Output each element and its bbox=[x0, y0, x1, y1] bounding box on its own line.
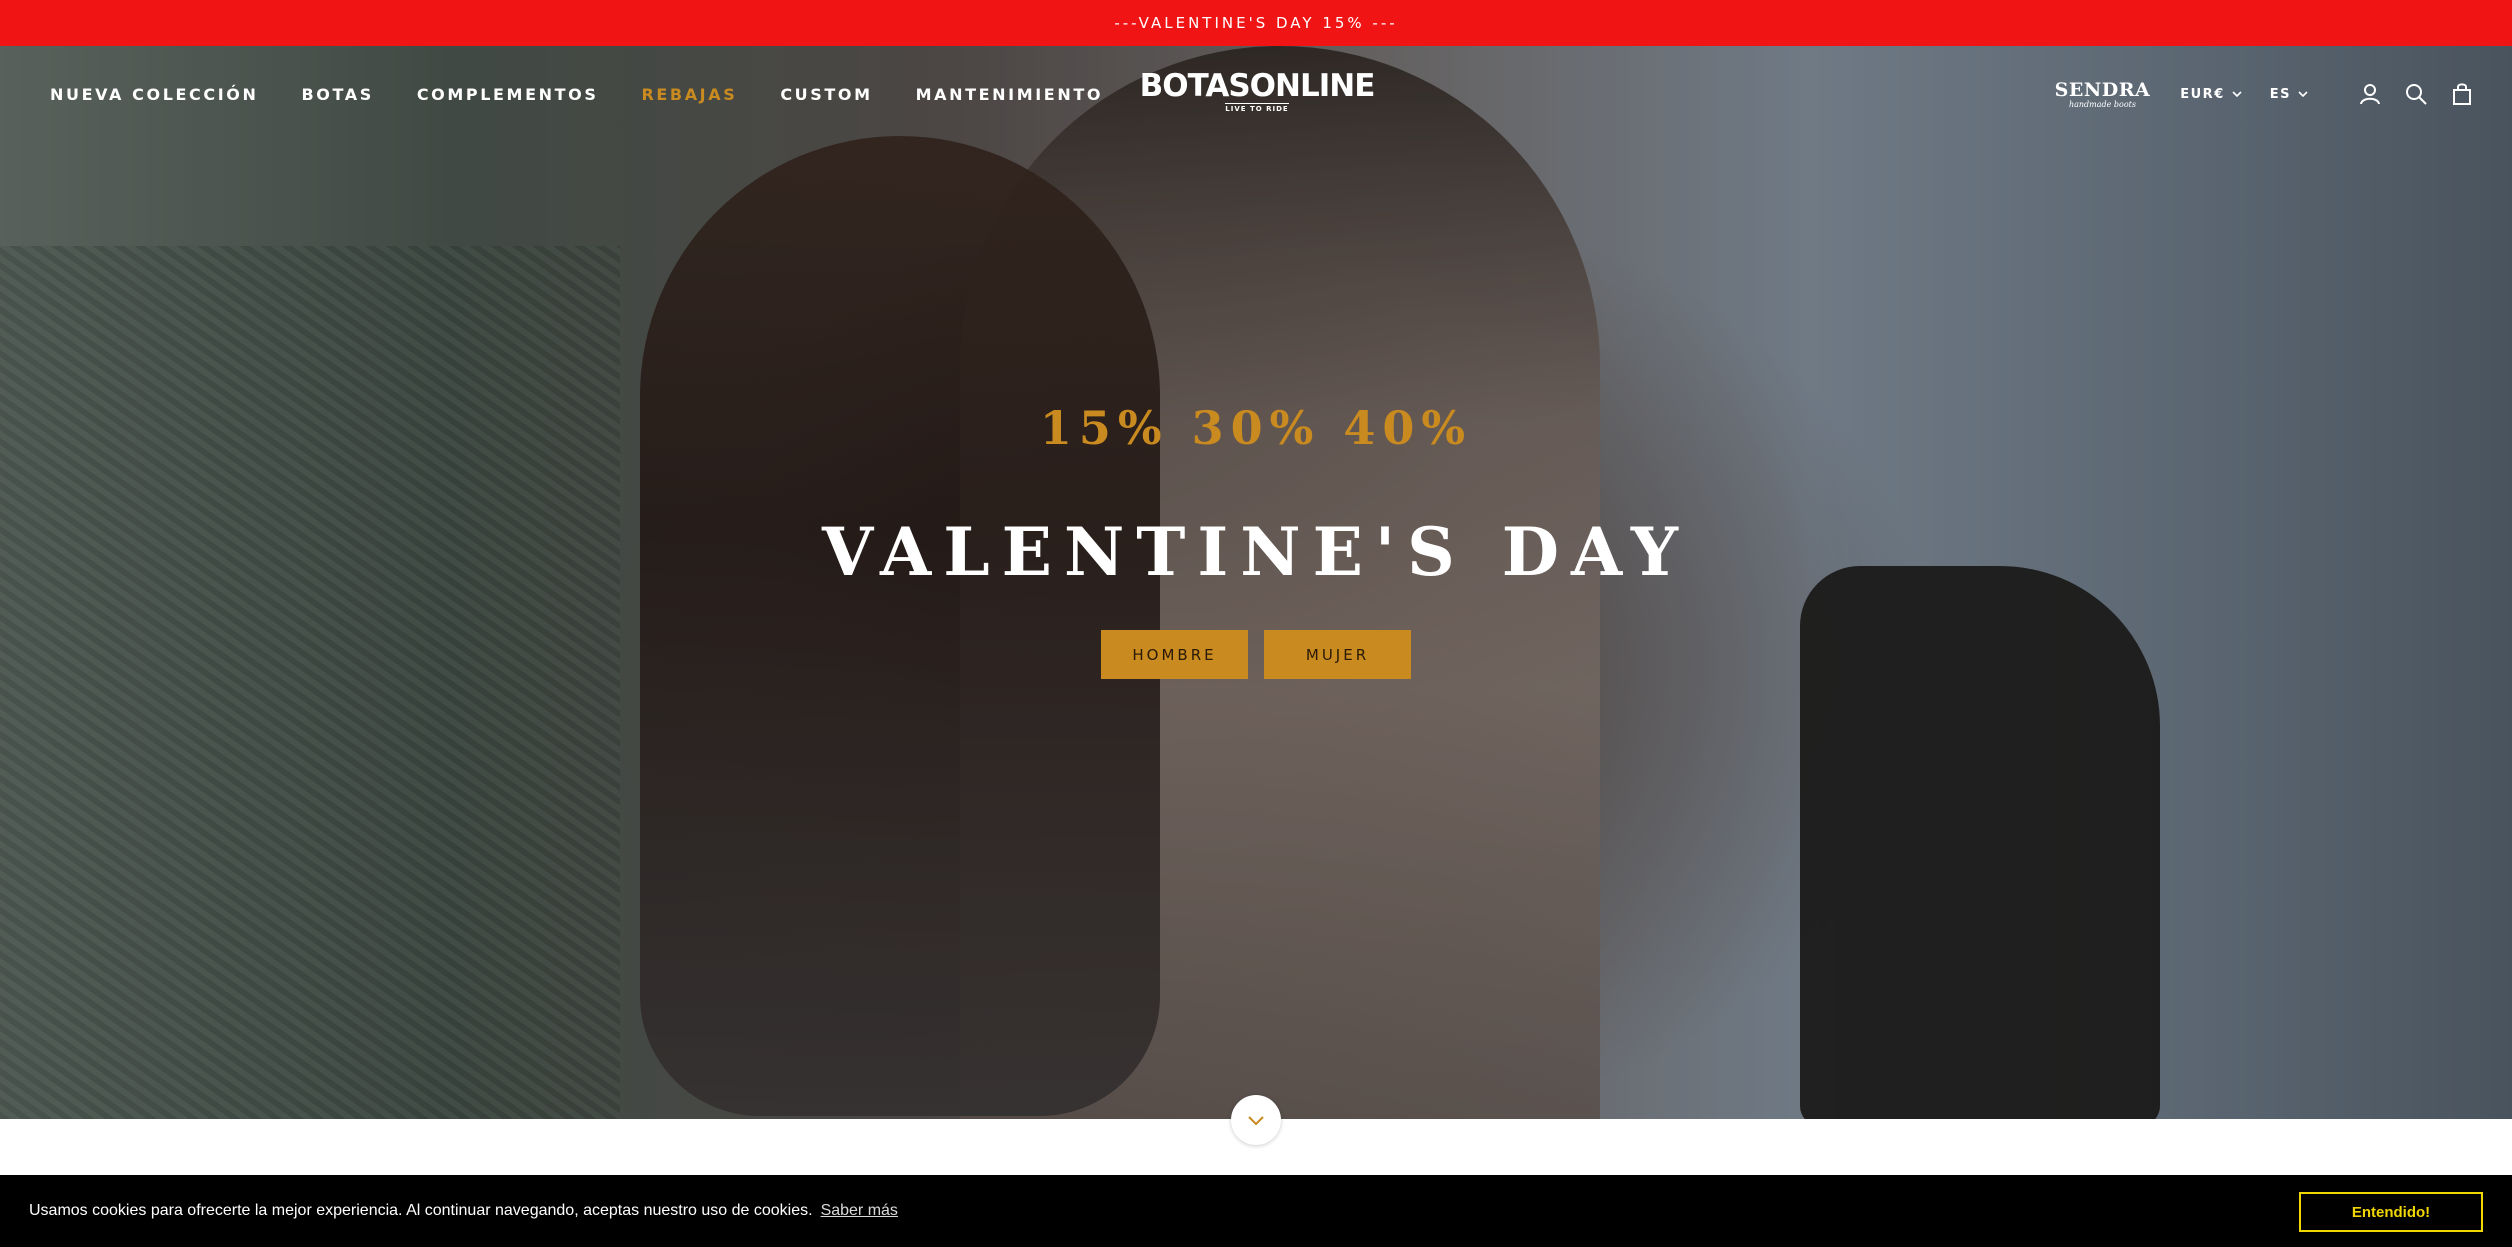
chevron-down-icon bbox=[2232, 91, 2242, 98]
nav-item-nueva-coleccion[interactable]: NUEVA COLECCIÓN bbox=[50, 85, 258, 104]
site-header: NUEVA COLECCIÓN BOTAS COMPLEMENTOS REBAJ… bbox=[0, 46, 2512, 142]
cookie-accept-button[interactable]: Entendido! bbox=[2299, 1192, 2483, 1232]
logo-wordmark: BOTASONLINE bbox=[1139, 68, 1376, 104]
mujer-button[interactable]: MUJER bbox=[1264, 630, 1411, 679]
sendra-tagline: handmade boots bbox=[2068, 99, 2136, 109]
chevron-down-icon bbox=[2298, 91, 2308, 98]
announcement-bar: ---VALENTINE'S DAY 15% --- bbox=[0, 0, 2512, 46]
announcement-text: ---VALENTINE'S DAY 15% --- bbox=[1114, 14, 1398, 32]
header-tools: SENDRA handmade boots EUR€ ES bbox=[2055, 46, 2474, 142]
search-icon bbox=[2406, 84, 2427, 105]
nav-item-rebajas[interactable]: REBAJAS bbox=[641, 85, 737, 104]
account-icon bbox=[2360, 84, 2380, 105]
hero-title: VALENTINE'S DAY bbox=[821, 513, 1691, 591]
nav-item-complementos[interactable]: COMPLEMENTOS bbox=[417, 85, 599, 104]
search-button[interactable] bbox=[2404, 82, 2428, 106]
chevron-down-icon bbox=[1248, 1116, 1264, 1126]
cookie-banner: Usamos cookies para ofrecerte la mejor e… bbox=[0, 1175, 2512, 1247]
cookie-message: Usamos cookies para ofrecerte la mejor e… bbox=[29, 1202, 813, 1219]
scroll-down-button[interactable] bbox=[1231, 1095, 1281, 1145]
cookie-learn-more-link[interactable]: Saber más bbox=[821, 1202, 898, 1220]
hero-buttons: HOMBRE MUJER bbox=[1101, 630, 1411, 679]
main-nav: NUEVA COLECCIÓN BOTAS COMPLEMENTOS REBAJ… bbox=[50, 46, 1103, 142]
cart-button[interactable] bbox=[2450, 82, 2474, 106]
nav-item-botas[interactable]: BOTAS bbox=[301, 85, 373, 104]
nav-item-custom[interactable]: CUSTOM bbox=[780, 85, 872, 104]
hero-content: 15% 30% 40% VALENTINE'S DAY HOMBRE MUJER bbox=[0, 398, 2512, 679]
account-button[interactable] bbox=[2358, 82, 2382, 106]
language-value: ES bbox=[2269, 86, 2291, 102]
sendra-wordmark: SENDRA bbox=[2054, 78, 2151, 101]
currency-selector[interactable]: EUR€ bbox=[2180, 87, 2242, 102]
language-selector[interactable]: ES bbox=[2270, 87, 2308, 102]
nav-item-mantenimiento[interactable]: MANTENIMIENTO bbox=[916, 85, 1103, 104]
currency-value: EUR€ bbox=[2180, 86, 2225, 102]
hero-discounts: 15% 30% 40% bbox=[1039, 401, 1473, 455]
site-logo[interactable]: BOTASONLINE LIVE TO RIDE bbox=[1140, 70, 1376, 116]
hombre-button[interactable]: HOMBRE bbox=[1101, 630, 1248, 679]
cart-icon bbox=[2453, 83, 2471, 105]
sendra-logo[interactable]: SENDRA handmade boots bbox=[2055, 80, 2151, 109]
logo-tagline: LIVE TO RIDE bbox=[1225, 103, 1289, 113]
